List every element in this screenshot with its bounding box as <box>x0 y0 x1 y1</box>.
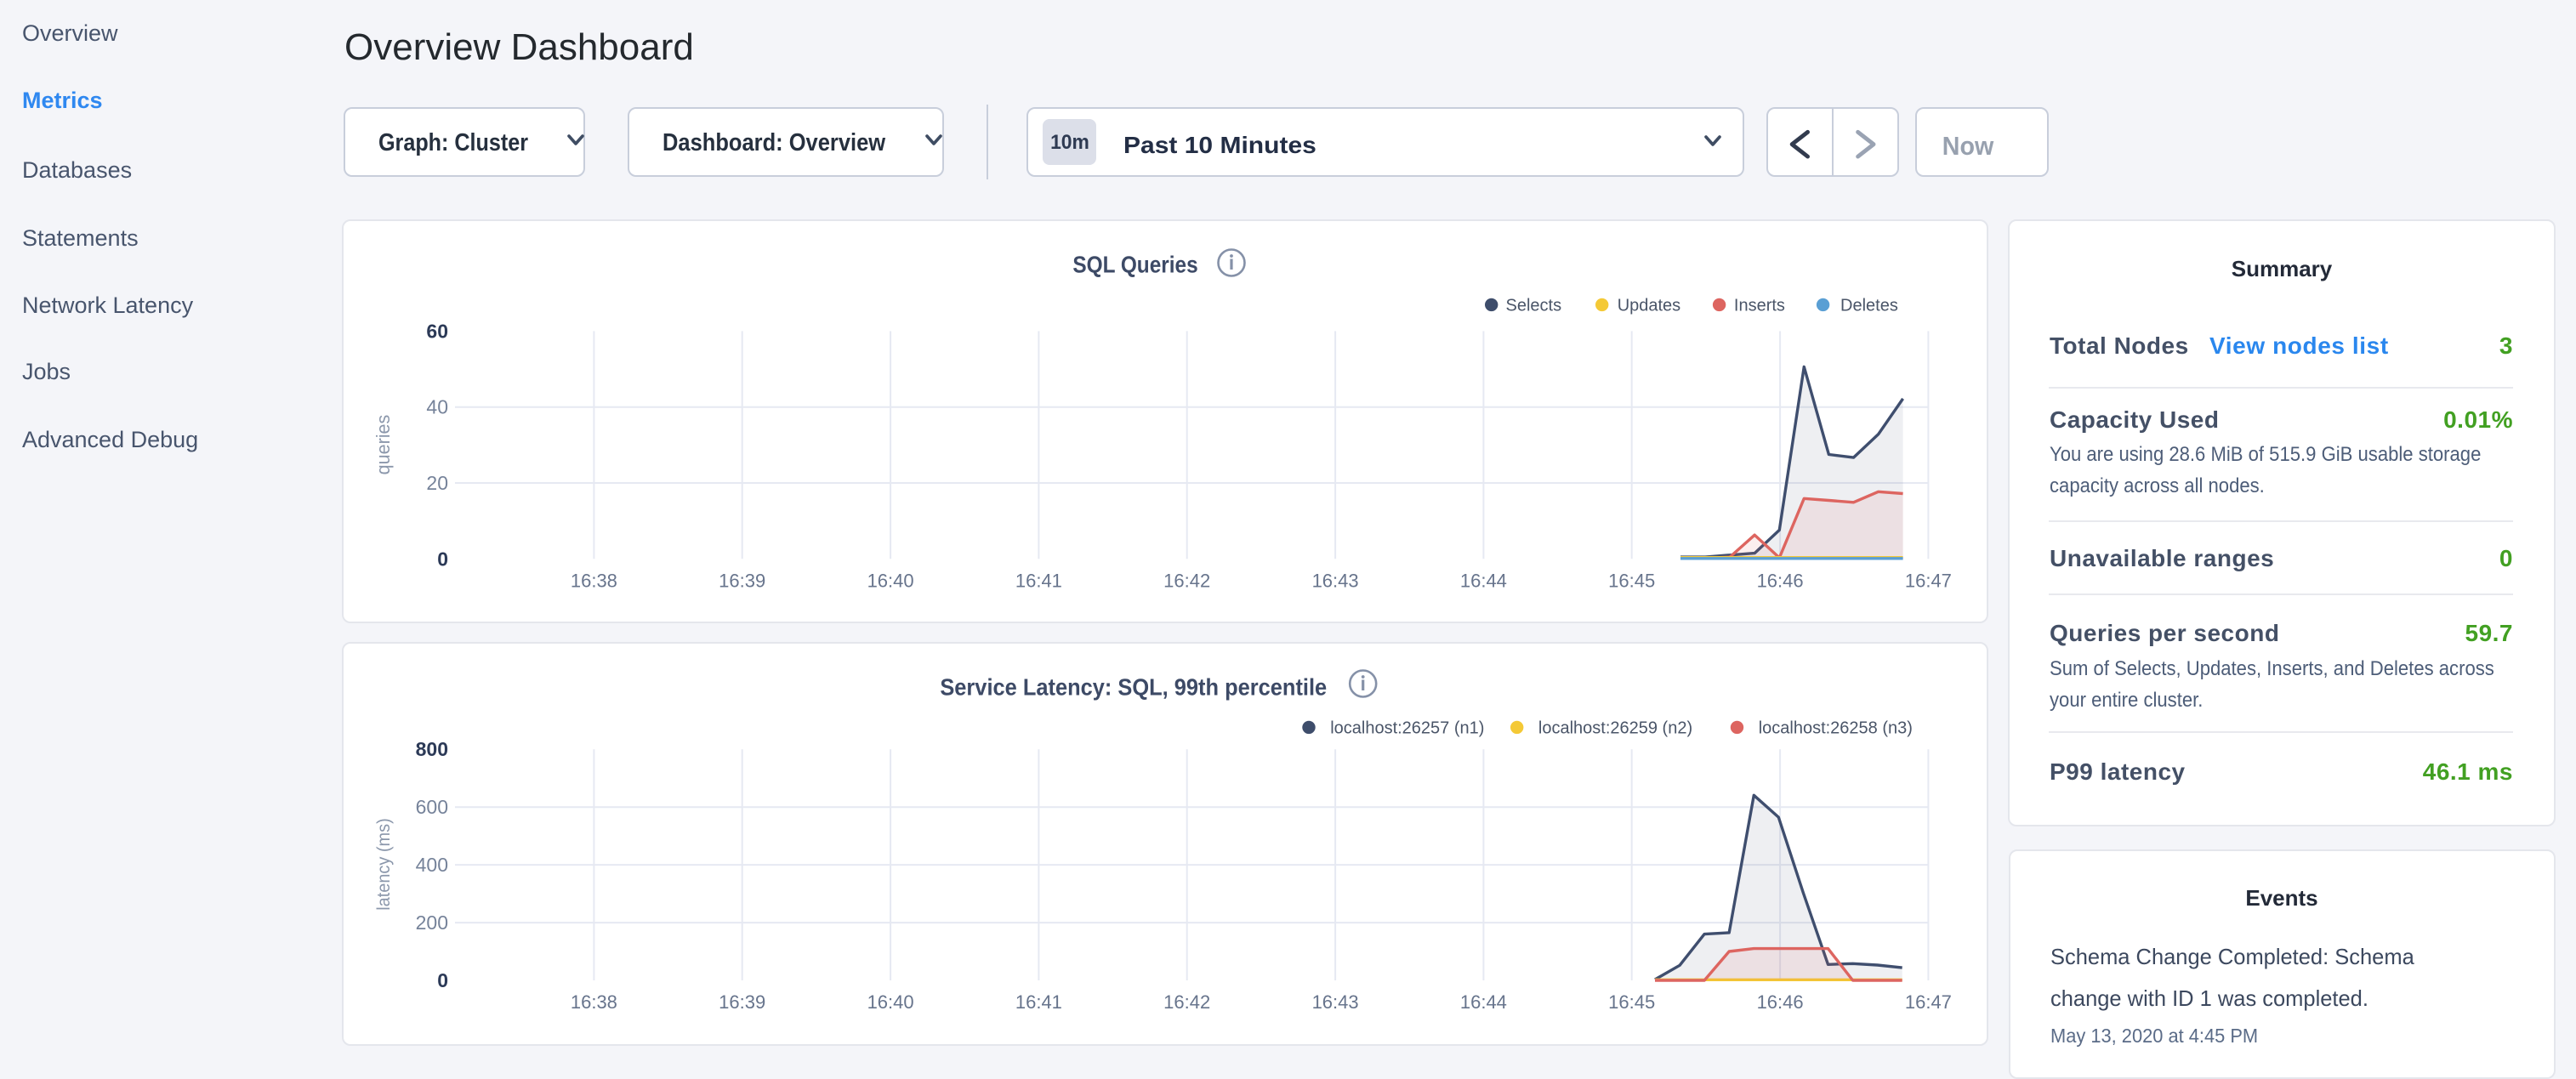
svg-text:latency (ms): latency (ms) <box>374 818 395 911</box>
svg-text:localhost:26259 (n2): localhost:26259 (n2) <box>1538 719 1692 738</box>
svg-text:localhost:26258 (n3): localhost:26258 (n3) <box>1759 719 1913 738</box>
svg-text:16:40: 16:40 <box>867 570 914 591</box>
svg-text:16:47: 16:47 <box>1905 991 1952 1013</box>
svg-text:16:45: 16:45 <box>1608 570 1655 591</box>
svg-text:16:39: 16:39 <box>719 991 765 1013</box>
svg-text:16:38: 16:38 <box>571 991 617 1013</box>
svg-text:16:41: 16:41 <box>1015 570 1062 591</box>
svg-text:Inserts: Inserts <box>1734 297 1785 315</box>
svg-text:16:41: 16:41 <box>1015 991 1062 1013</box>
svg-text:localhost:26257 (n1): localhost:26257 (n1) <box>1330 719 1484 738</box>
svg-text:16:39: 16:39 <box>719 570 765 591</box>
svg-text:0: 0 <box>437 548 448 570</box>
svg-text:16:44: 16:44 <box>1460 991 1507 1013</box>
svg-text:16:43: 16:43 <box>1312 991 1359 1013</box>
svg-text:Updates: Updates <box>1618 297 1681 315</box>
svg-text:Service Latency: SQL, 99th per: Service Latency: SQL, 99th percentile <box>940 673 1327 700</box>
svg-text:Selects: Selects <box>1506 297 1562 315</box>
svg-text:queries: queries <box>372 415 394 475</box>
svg-text:16:44: 16:44 <box>1460 570 1507 591</box>
svg-text:40: 40 <box>426 396 448 418</box>
svg-text:16:43: 16:43 <box>1312 570 1359 591</box>
svg-text:16:47: 16:47 <box>1905 570 1952 591</box>
svg-text:16:46: 16:46 <box>1757 991 1804 1013</box>
svg-text:20: 20 <box>426 472 448 494</box>
svg-text:60: 60 <box>426 320 448 342</box>
svg-text:16:42: 16:42 <box>1163 991 1210 1013</box>
svg-text:200: 200 <box>416 911 448 934</box>
svg-text:600: 600 <box>416 796 448 818</box>
svg-text:16:46: 16:46 <box>1757 570 1804 591</box>
svg-text:16:42: 16:42 <box>1163 570 1210 591</box>
svg-text:400: 400 <box>416 854 448 876</box>
svg-text:16:45: 16:45 <box>1608 991 1655 1013</box>
svg-text:0: 0 <box>437 969 448 991</box>
svg-text:Deletes: Deletes <box>1840 297 1898 315</box>
svg-text:800: 800 <box>416 738 448 760</box>
svg-text:16:40: 16:40 <box>867 991 914 1013</box>
svg-text:SQL Queries: SQL Queries <box>1072 251 1197 278</box>
svg-text:16:38: 16:38 <box>571 570 617 591</box>
